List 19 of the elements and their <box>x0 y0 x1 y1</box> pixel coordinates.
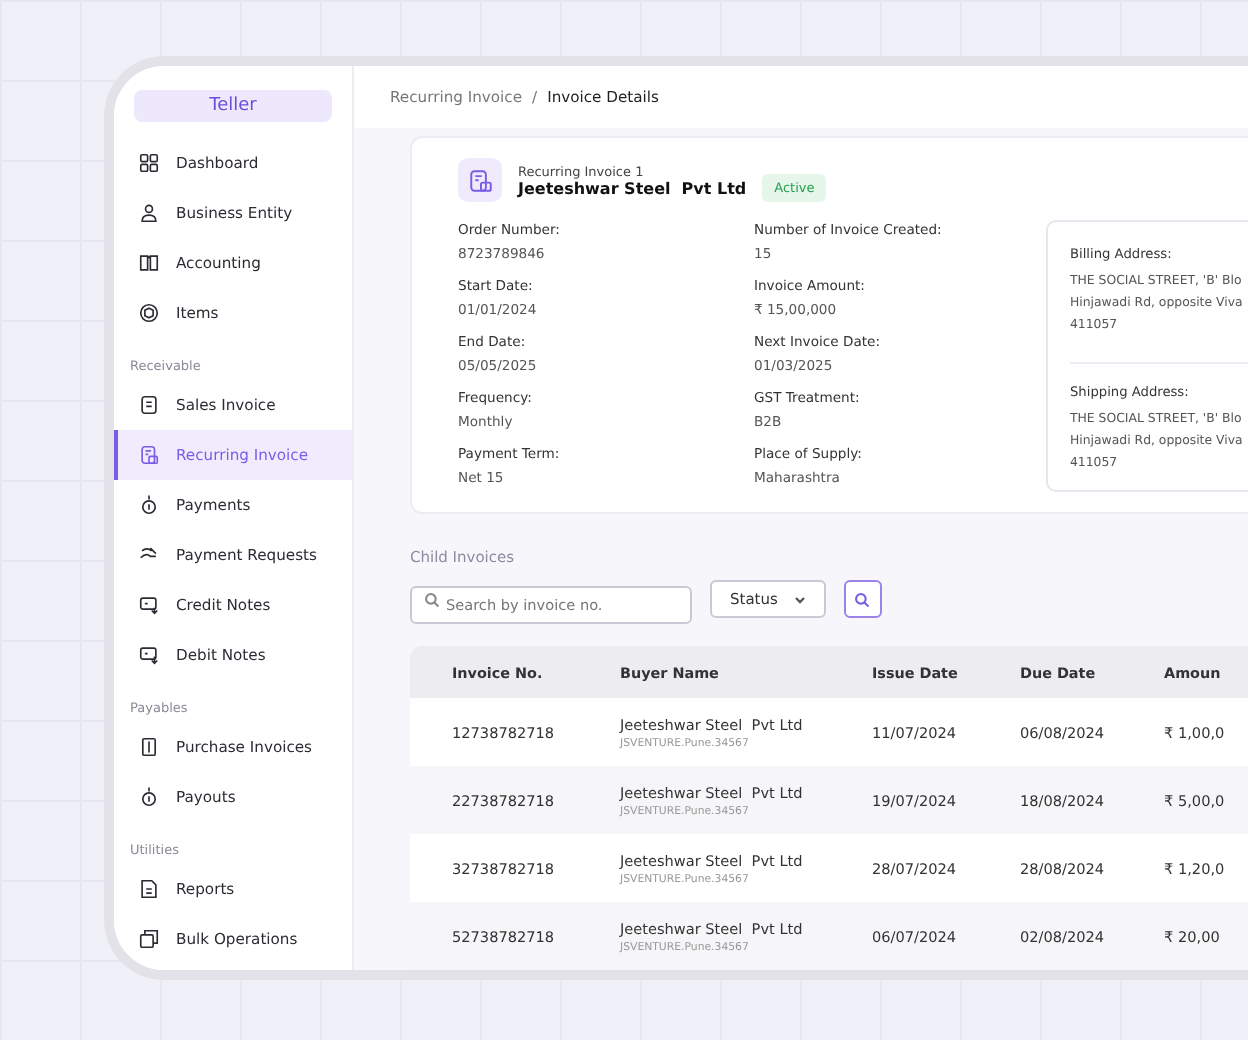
search-icon <box>854 591 871 607</box>
card-icon <box>138 594 160 616</box>
invoice-icon <box>458 158 502 202</box>
report-icon <box>138 878 160 900</box>
person-icon <box>138 202 160 224</box>
grid-icon <box>138 152 160 174</box>
cube-icon <box>138 302 160 324</box>
document-icon <box>138 736 160 758</box>
card-icon <box>138 644 160 666</box>
chevron-icon <box>793 593 806 605</box>
brand-label: Teller <box>134 90 332 122</box>
search-button[interactable] <box>843 580 882 618</box>
book-icon <box>138 252 160 274</box>
coin-icon <box>138 786 160 808</box>
coin-icon <box>138 494 160 516</box>
document-icon <box>138 394 160 416</box>
document-icon <box>138 444 160 466</box>
stack-icon <box>138 928 160 950</box>
company-name: Jeeteshwar Steel Pvt Ltd <box>518 179 747 197</box>
